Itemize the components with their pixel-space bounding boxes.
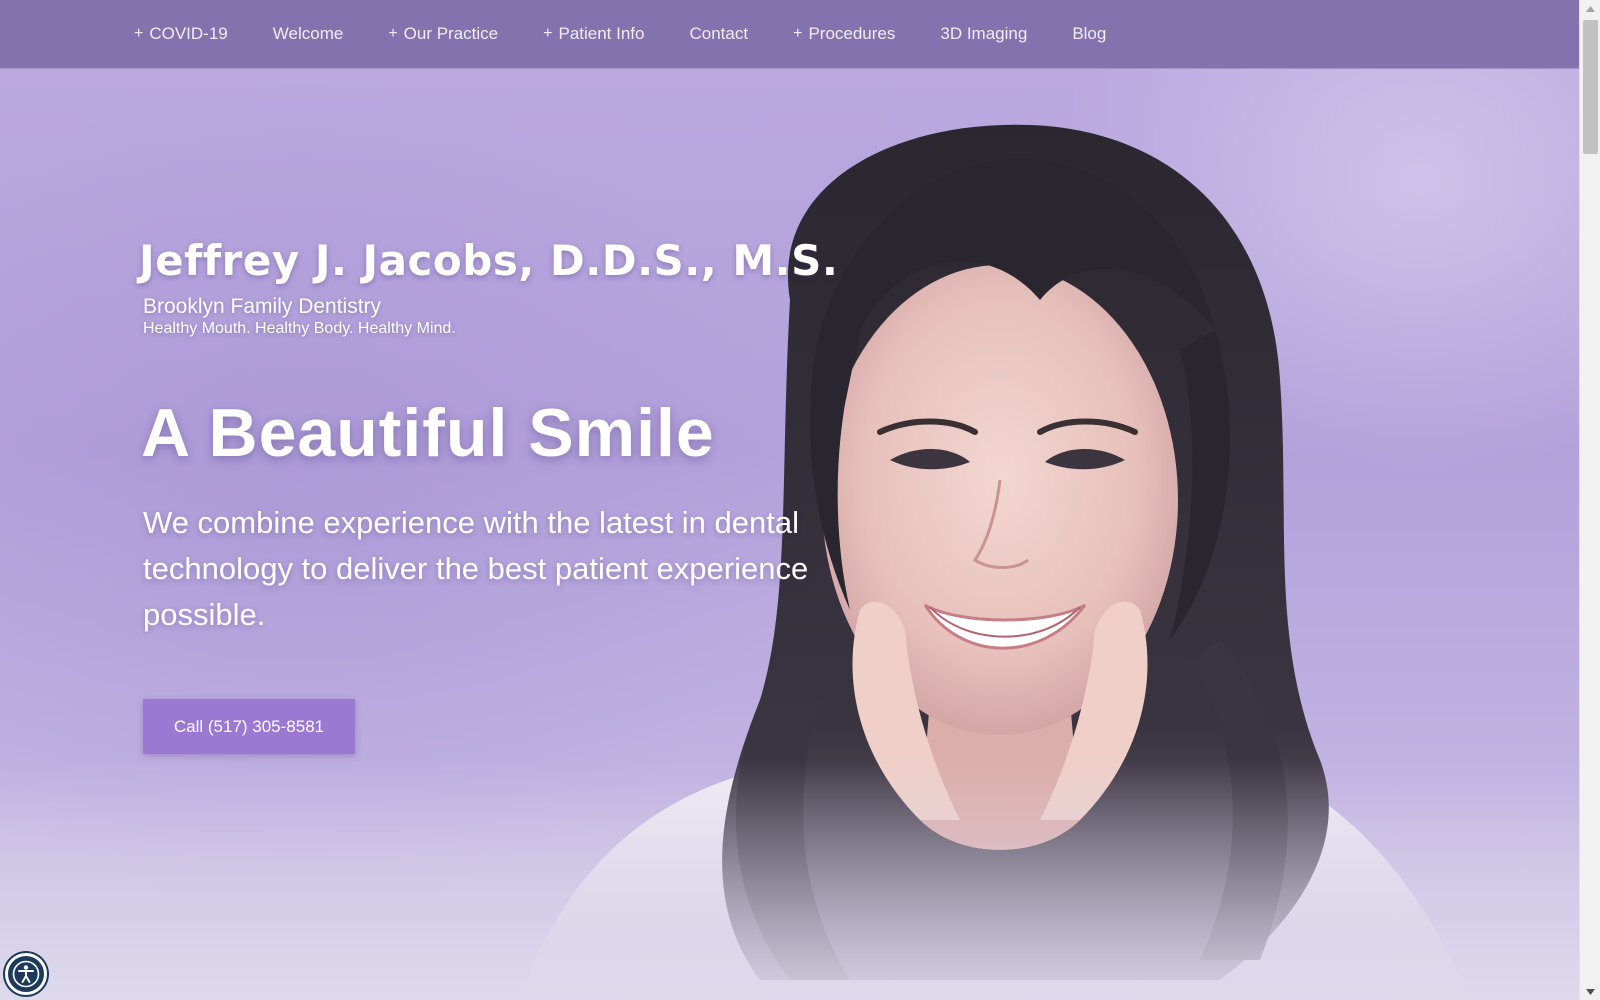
nav-item-patient-info[interactable]: + Patient Info [543, 24, 644, 44]
submenu-plus-icon: + [543, 25, 553, 42]
hero-description: We combine experience with the latest in… [143, 505, 809, 632]
nav-item-3d-imaging[interactable]: 3D Imaging [940, 24, 1027, 44]
doctor-name-logo[interactable]: Jeffrey J. Jacobs, D.D.S., M.S. [139, 236, 838, 285]
main-navigation: + COVID-19 Welcome + Our Practice + Pati… [0, 0, 1579, 69]
hero-bottom-fade [0, 760, 1579, 1000]
nav-item-label: 3D Imaging [940, 24, 1028, 43]
nav-item-label: Blog [1072, 24, 1107, 43]
nav-item-covid-19[interactable]: + COVID-19 [134, 24, 228, 44]
practice-tagline: Healthy Mouth. Healthy Body. Healthy Min… [143, 320, 456, 337]
nav-item-label: COVID-19 [149, 24, 228, 43]
nav-item-label: Welcome [272, 24, 344, 43]
nav-item-welcome[interactable]: Welcome [273, 24, 344, 44]
scrollbar-thumb[interactable] [1583, 20, 1598, 154]
scroll-down-arrow-icon[interactable] [1580, 983, 1600, 1000]
page-scrollbar[interactable] [1579, 0, 1600, 1000]
call-phone-button[interactable]: Call (517) 305-8581 [143, 699, 355, 754]
nav-item-label: Procedures [808, 24, 896, 43]
scroll-up-arrow-icon[interactable] [1580, 0, 1600, 17]
submenu-plus-icon: + [793, 25, 803, 42]
nav-item-label: Contact [689, 24, 749, 43]
submenu-plus-icon: + [134, 25, 144, 42]
nav-item-procedures[interactable]: + Procedures [793, 24, 895, 44]
practice-name: Brooklyn Family Dentistry [143, 295, 382, 318]
accessibility-button[interactable] [5, 953, 47, 995]
nav-item-blog[interactable]: Blog [1072, 24, 1106, 44]
nav-item-label: Patient Info [558, 24, 645, 43]
nav-item-label: Our Practice [403, 24, 499, 43]
submenu-plus-icon: + [388, 25, 398, 42]
accessibility-icon [12, 960, 40, 988]
nav-item-our-practice[interactable]: + Our Practice [388, 24, 498, 44]
hero-headline: A Beautiful Smile [141, 395, 715, 471]
nav-item-contact[interactable]: Contact [690, 24, 749, 44]
